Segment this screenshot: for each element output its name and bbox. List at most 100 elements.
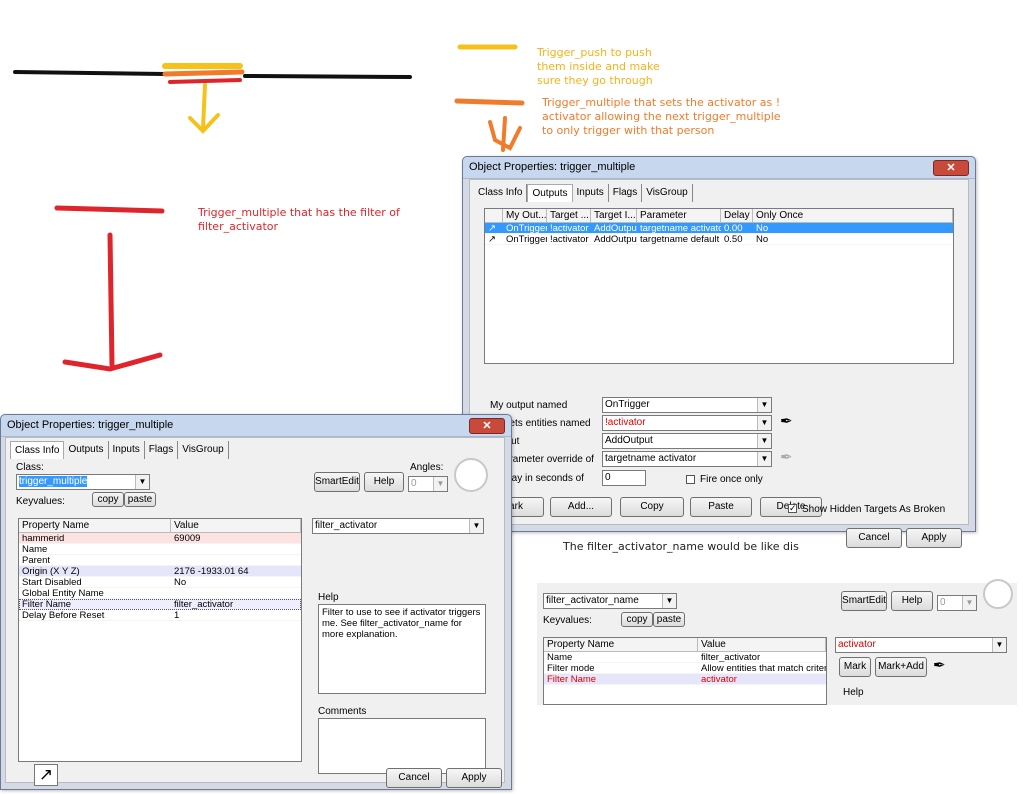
angle-dial[interactable] (454, 458, 488, 492)
chevron-down-icon: ▼ (662, 594, 676, 608)
table-row[interactable]: Global Entity Name (19, 588, 301, 599)
classinfo-body: Class Info Outputs Inputs Flags VisGroup… (5, 437, 505, 788)
cancel-button[interactable]: Cancel (386, 768, 442, 788)
col-value[interactable]: Value (171, 519, 301, 532)
col-value[interactable]: Value (698, 638, 826, 651)
param-override-select[interactable]: targetname activator ▼ (602, 451, 772, 467)
tab-strip: Class Info Outputs Inputs Flags VisGroup (474, 184, 693, 204)
tab-outputs[interactable]: Outputs (527, 184, 573, 202)
cell: No (756, 223, 769, 233)
apply-button[interactable]: Apply (906, 528, 962, 548)
grid-header: Property Name Value (19, 519, 301, 533)
table-row[interactable]: Parent (19, 555, 301, 566)
paste-button[interactable]: paste (124, 492, 156, 507)
keyvalues-label: Keyvalues: (16, 496, 65, 507)
tab-outputs[interactable]: Outputs (64, 441, 109, 459)
apply-button[interactable]: Apply (446, 768, 502, 788)
chevron-down-icon: ▼ (757, 398, 771, 412)
help-button[interactable]: Help (364, 472, 404, 492)
table-row[interactable]: Delay Before Reset 1 (19, 610, 301, 621)
table-row[interactable]: Start Disabled No (19, 577, 301, 588)
table-row[interactable]: Name (19, 544, 301, 555)
table-row[interactable]: ↗ OnTrigger !activator AddOutput targetn… (485, 234, 953, 245)
table-row[interactable]: Filter mode Allow entities that match cri… (544, 663, 826, 674)
col-parameter[interactable]: Parameter (637, 209, 721, 222)
tab-class-info[interactable]: Class Info (474, 184, 528, 202)
angles-select[interactable]: 0 ▼ (937, 595, 977, 611)
table-row[interactable]: Filter Name filter_activator (19, 599, 301, 610)
paste-button[interactable]: Paste (690, 497, 752, 517)
chevron-down-icon: ▼ (469, 519, 483, 533)
value-select[interactable]: filter_activator ▼ (312, 518, 484, 534)
smartedit-button[interactable]: SmartEdit (841, 591, 887, 611)
chevron-down-icon: ▼ (135, 475, 149, 489)
copy-button[interactable]: copy (92, 492, 124, 507)
pick-tool-icon[interactable]: ↗ (34, 764, 58, 786)
delay-input[interactable]: 0 (602, 470, 646, 486)
table-row[interactable]: ↗ OnTrigger !activator AddOutput targetn… (485, 223, 953, 234)
chevron-down-icon: ▼ (992, 638, 1006, 652)
output-arrow-icon: ↗ (488, 223, 496, 233)
show-hidden-label: Show Hidden Targets As Broken (802, 504, 946, 515)
table-row[interactable]: Filter Name activator (544, 674, 826, 685)
tab-flags[interactable]: Flags (609, 184, 643, 202)
table-row[interactable]: hammerid 69009 (19, 533, 301, 544)
tab-inputs[interactable]: Inputs (573, 184, 609, 202)
tab-class-info[interactable]: Class Info (10, 441, 65, 459)
cell: AddOutput (594, 223, 637, 233)
col-target-input[interactable]: Target I... (591, 209, 637, 222)
help-label: Help (843, 687, 864, 698)
screenshot-canvas: Trigger_push to push them inside and mak… (0, 0, 1023, 794)
tab-visgroup[interactable]: VisGroup (642, 184, 693, 202)
col-my-output[interactable]: My Out... (503, 209, 547, 222)
mark-button[interactable]: Mark (839, 657, 871, 677)
output-named-select[interactable]: OnTrigger ▼ (602, 397, 772, 413)
comments-input[interactable] (318, 718, 486, 774)
outputs-window: Object Properties: trigger_multiple ✕ Cl… (462, 156, 976, 548)
close-button[interactable]: ✕ (933, 160, 969, 176)
col-property-name[interactable]: Property Name (19, 519, 171, 532)
help-text: Filter to use to see if activator trigge… (318, 604, 486, 694)
copy-button[interactable]: Copy (620, 497, 684, 517)
class-select[interactable]: filter_activator_name ▼ (543, 593, 677, 609)
table-row[interactable]: Origin (X Y Z) 2176 -1933.01 64 (19, 566, 301, 577)
help-label: Help (318, 592, 339, 603)
show-hidden-checkbox[interactable]: ✓ (788, 504, 797, 513)
targets-select[interactable]: !activator ▼ (602, 415, 772, 431)
copy-button[interactable]: copy (621, 612, 653, 627)
comments-label: Comments (318, 706, 367, 717)
fire-once-checkbox[interactable] (686, 475, 695, 484)
angles-label: Angles: (410, 462, 444, 473)
paste-button[interactable]: paste (653, 612, 685, 627)
filter-note: Trigger_multiple that has the filter of … (198, 206, 400, 233)
smartedit-button[interactable]: SmartEdit (314, 472, 360, 492)
window-title: Object Properties: trigger_multiple (1, 415, 511, 437)
close-button[interactable]: ✕ (469, 418, 505, 434)
angles-select[interactable]: 0 ▼ (408, 476, 448, 492)
outputs-grid: My Out... Target ... Target I... Paramet… (484, 208, 954, 364)
tab-visgroup[interactable]: VisGroup (178, 441, 229, 459)
col-delay[interactable]: Delay (721, 209, 753, 222)
add-button[interactable]: Add... (550, 497, 612, 517)
mark-add-button[interactable]: Mark+Add (875, 657, 927, 677)
window-title: Object Properties: trigger_multiple (463, 157, 975, 179)
cell: targetname default (640, 234, 720, 244)
tab-flags[interactable]: Flags (145, 441, 179, 459)
angle-dial[interactable] (983, 579, 1013, 609)
chevron-down-icon: ▼ (757, 416, 771, 430)
col-target[interactable]: Target ... (547, 209, 591, 222)
table-row[interactable]: Name filter_activator (544, 652, 826, 663)
eyedropper-icon[interactable]: ✒ (780, 412, 793, 430)
via-input-select[interactable]: AddOutput ▼ (602, 433, 772, 449)
help-button[interactable]: Help (891, 591, 933, 611)
cancel-button[interactable]: Cancel (846, 528, 902, 548)
class-select[interactable]: trigger_multiple ▼ (16, 474, 150, 490)
grid-header: Property Name Value (544, 638, 826, 652)
tab-inputs[interactable]: Inputs (109, 441, 145, 459)
push-note: Trigger_push to push them inside and mak… (537, 46, 660, 87)
col-only-once[interactable]: Only Once (753, 209, 953, 222)
keyvalues-grid: Property Name Value Name filter_activator… (543, 637, 827, 705)
col-property-name[interactable]: Property Name (544, 638, 698, 651)
eyedropper-icon[interactable]: ✒ (933, 656, 946, 674)
value-select[interactable]: activator ▼ (835, 637, 1007, 653)
